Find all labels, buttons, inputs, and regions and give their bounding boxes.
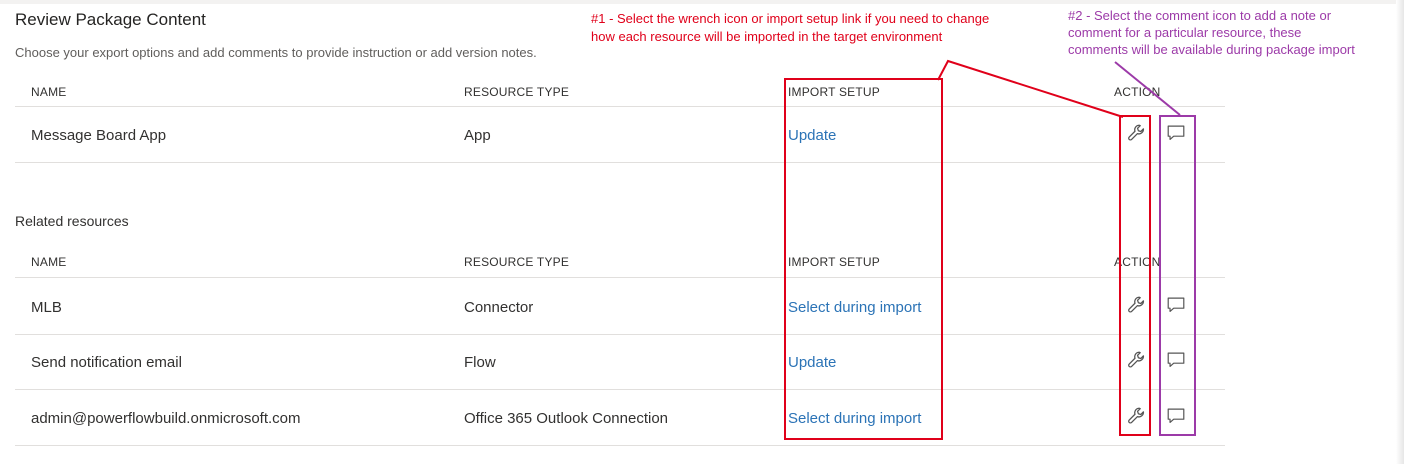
annotation-note-2: #2 - Select the comment icon to add a no… (1068, 7, 1355, 58)
callout-lines (937, 59, 1181, 118)
callout-line-1 (937, 59, 1124, 118)
callout-line-2 (1114, 61, 1181, 116)
annotation-note-1-line: #1 - Select the wrench icon or import se… (591, 11, 990, 26)
annotation-note-1-line: how each resource will be imported in th… (591, 29, 943, 44)
annotation-note-2-line: comment for a particular resource, these (1068, 25, 1302, 40)
annotation-note-2-line: comments will be available during packag… (1068, 42, 1355, 57)
annotation-note-1: #1 - Select the wrench icon or import se… (591, 10, 989, 46)
annotation-note-2-line: #2 - Select the comment icon to add a no… (1068, 8, 1332, 23)
